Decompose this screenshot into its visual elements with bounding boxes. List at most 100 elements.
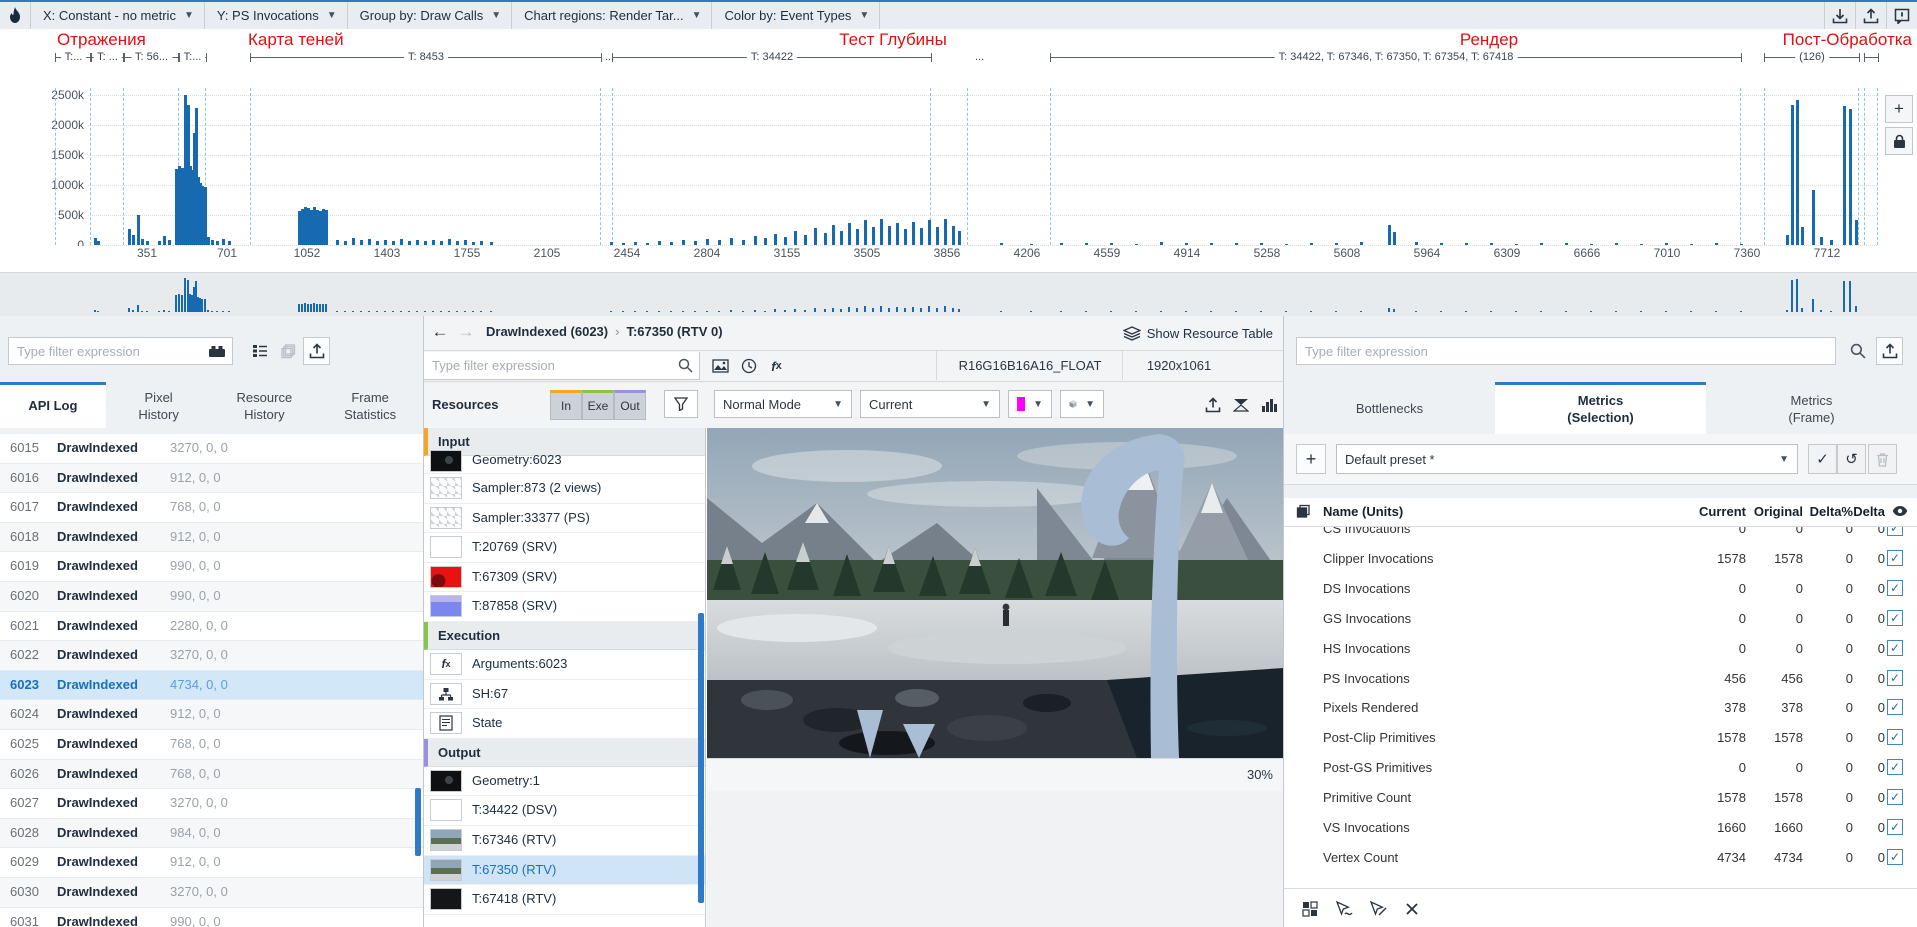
api-log-row[interactable]: 6022 DrawIndexed 3270, 0, 0 xyxy=(0,641,423,671)
col-original-header[interactable]: Original xyxy=(1748,504,1803,519)
view-options-button[interactable] xyxy=(246,337,273,365)
scope-in-button[interactable]: In xyxy=(550,390,582,420)
tab-api-log[interactable]: API Log xyxy=(0,382,106,428)
metric-visible-checkbox[interactable]: ✓ xyxy=(1887,579,1903,596)
grid-select-icon[interactable] xyxy=(1296,895,1323,922)
api-log-row[interactable]: 6030 DrawIndexed 3270, 0, 0 xyxy=(0,877,423,908)
resources-scrollbar[interactable] xyxy=(698,613,704,903)
copy-metrics-icon[interactable] xyxy=(1296,504,1311,519)
range-fit-button[interactable] xyxy=(1228,393,1253,417)
api-log-row[interactable]: 6025 DrawIndexed 768, 0, 0 xyxy=(0,729,423,760)
metric-row[interactable]: PS Invocations 456 456 0 0 ✓ xyxy=(1284,663,1917,694)
api-log-row[interactable]: 6027 DrawIndexed 3270, 0, 0 xyxy=(0,789,423,819)
api-log-row[interactable]: 6021 DrawIndexed 2280, 0, 0 xyxy=(0,611,423,642)
tab-metrics[interactable]: Metrics (Selection) xyxy=(1495,382,1706,434)
visibility-eye-icon[interactable] xyxy=(1892,505,1908,517)
api-log-row[interactable]: 6017 DrawIndexed 768, 0, 0 xyxy=(0,493,423,523)
tab-pixel[interactable]: Pixel History xyxy=(106,382,212,428)
lock-icon[interactable] xyxy=(1885,127,1913,155)
api-log-row[interactable]: 6031 DrawIndexed 990, 0, 0 xyxy=(0,907,423,927)
tab-frame[interactable]: Frame Statistics xyxy=(317,382,423,428)
scope-exe-button[interactable]: Exe xyxy=(582,390,614,420)
api-log-row[interactable]: 6026 DrawIndexed 768, 0, 0 xyxy=(0,759,423,790)
back-arrow-button[interactable]: ← xyxy=(428,320,452,344)
chart-region-bracket[interactable]: T: 8453 xyxy=(250,51,602,63)
metric-row[interactable]: VS Invocations 1660 1660 0 0 ✓ xyxy=(1284,813,1917,843)
resource-item[interactable]: f x Arguments:6023 xyxy=(424,649,705,680)
toolbar-dropdown-2[interactable]: Group by: Draw Calls ▼ xyxy=(348,2,513,29)
resource-item[interactable]: State xyxy=(424,709,705,739)
metric-row[interactable]: HS Invocations 0 0 0 0 ✓ xyxy=(1284,633,1917,664)
metrics-search-icon[interactable] xyxy=(1844,337,1871,365)
forward-arrow-button[interactable]: → xyxy=(454,320,478,344)
resource-item[interactable]: Geometry:6023 xyxy=(424,450,705,474)
api-log-row[interactable]: 6016 DrawIndexed 912, 0, 0 xyxy=(0,463,423,494)
metric-row[interactable]: CS Invocations 0 0 0 0 ✓ xyxy=(1284,527,1917,544)
api-log-scrollbar[interactable] xyxy=(415,788,421,856)
metric-row[interactable]: Clipper Invocations 1578 1578 0 0 ✓ xyxy=(1284,544,1917,574)
chart-region-bracket[interactable]: T: ... xyxy=(90,51,125,63)
metric-row[interactable]: Pixels Rendered 378 378 0 0 ✓ xyxy=(1284,693,1917,724)
resource-item[interactable]: T:67350 (RTV) xyxy=(424,855,705,886)
export-capture-button[interactable] xyxy=(1855,2,1886,29)
history-clock-icon[interactable] xyxy=(736,354,761,378)
api-log-row[interactable]: 6020 DrawIndexed 990, 0, 0 xyxy=(0,581,423,612)
metric-visible-checkbox[interactable]: ✓ xyxy=(1887,527,1903,536)
api-log-row[interactable]: 6015 DrawIndexed 3270, 0, 0 xyxy=(0,434,423,464)
clear-selection-icon[interactable] xyxy=(1398,895,1425,922)
metric-visible-checkbox[interactable]: ✓ xyxy=(1887,729,1903,746)
toolbar-dropdown-4[interactable]: Color by: Event Types ▼ xyxy=(712,2,881,29)
metric-visible-checkbox[interactable]: ✓ xyxy=(1887,669,1903,686)
tab-bottlenecks[interactable]: Bottlenecks xyxy=(1284,382,1495,434)
resource-filter-funnel-button[interactable] xyxy=(664,390,698,418)
render-target-preview-image[interactable] xyxy=(707,428,1283,758)
tab-resource[interactable]: Resource History xyxy=(212,382,318,428)
add-preset-button[interactable]: + xyxy=(1296,444,1326,474)
metric-visible-checkbox[interactable]: ✓ xyxy=(1887,639,1903,656)
resource-item[interactable]: T:34422 (DSV) xyxy=(424,796,705,826)
metric-visible-checkbox[interactable]: ✓ xyxy=(1887,759,1903,776)
highlight-color-dropdown[interactable]: ▼ xyxy=(1008,390,1052,418)
col-name-header[interactable]: Name (Units) xyxy=(1323,504,1403,519)
export-image-button[interactable] xyxy=(1200,393,1225,417)
api-log-row[interactable]: 6029 DrawIndexed 912, 0, 0 xyxy=(0,848,423,878)
geometry-3d-dropdown[interactable]: ▼ xyxy=(1060,390,1104,418)
metric-visible-checkbox[interactable]: ✓ xyxy=(1887,609,1903,626)
fx-expression-icon[interactable]: fx xyxy=(764,354,789,378)
resources-filter-input[interactable] xyxy=(430,357,678,374)
chart-region-bracket[interactable]: T: 34422, T: 67346, T: 67350, T: 67354, … xyxy=(1050,51,1742,63)
add-chart-button[interactable]: + xyxy=(1885,95,1913,123)
frame-overview-chart[interactable] xyxy=(0,272,1917,317)
chart-region-bracket[interactable]: T:... xyxy=(55,51,92,63)
export-metrics-button[interactable] xyxy=(1876,337,1903,365)
metric-row[interactable]: DS Invocations 0 0 0 0 ✓ xyxy=(1284,573,1917,604)
metric-visible-checkbox[interactable]: ✓ xyxy=(1887,819,1903,836)
metric-visible-checkbox[interactable]: ✓ xyxy=(1887,848,1903,865)
api-log-row[interactable]: 6024 DrawIndexed 912, 0, 0 xyxy=(0,700,423,730)
reset-preset-button[interactable]: ↺ xyxy=(1837,444,1866,474)
pick-wave-cursor-icon[interactable] xyxy=(1330,895,1357,922)
resource-item[interactable]: Sampler:873 (2 views) xyxy=(424,474,705,504)
source-dropdown[interactable]: Current ▼ xyxy=(860,390,1000,418)
metric-row[interactable]: Post-Clip Primitives 1578 1578 0 0 ✓ xyxy=(1284,723,1917,754)
api-log-row[interactable]: 6028 DrawIndexed 984, 0, 0 xyxy=(0,818,423,849)
col-current-header[interactable]: Current xyxy=(1686,504,1746,519)
metrics-filter[interactable] xyxy=(1296,337,1836,365)
export-log-button[interactable] xyxy=(303,337,330,365)
breadcrumb-target[interactable]: T:67350 (RTV 0) xyxy=(626,324,722,339)
metric-row[interactable]: Primitive Count 1578 1578 0 0 ✓ xyxy=(1284,783,1917,814)
resource-item[interactable]: T:67309 (SRV) xyxy=(424,562,705,593)
resource-item[interactable]: T:67418 (RTV) xyxy=(424,885,705,915)
metric-visible-checkbox[interactable]: ✓ xyxy=(1887,789,1903,806)
import-capture-button[interactable] xyxy=(1824,2,1855,29)
image-view-icon[interactable] xyxy=(708,354,733,378)
toolbar-dropdown-0[interactable]: X: Constant - no metric ▼ xyxy=(31,2,205,29)
api-log-filter-input[interactable] xyxy=(15,342,208,360)
resource-item[interactable]: T:87858 (SRV) xyxy=(424,592,705,622)
api-log-row[interactable]: 6019 DrawIndexed 990, 0, 0 xyxy=(0,552,423,582)
view-mode-dropdown[interactable]: Normal Mode ▼ xyxy=(714,390,852,418)
api-log-row[interactable]: 6018 DrawIndexed 912, 0, 0 xyxy=(0,522,423,553)
resources-filter[interactable] xyxy=(424,352,700,380)
metric-row[interactable]: GS Invocations 0 0 0 0 ✓ xyxy=(1284,603,1917,634)
histogram-button[interactable] xyxy=(1256,393,1281,417)
